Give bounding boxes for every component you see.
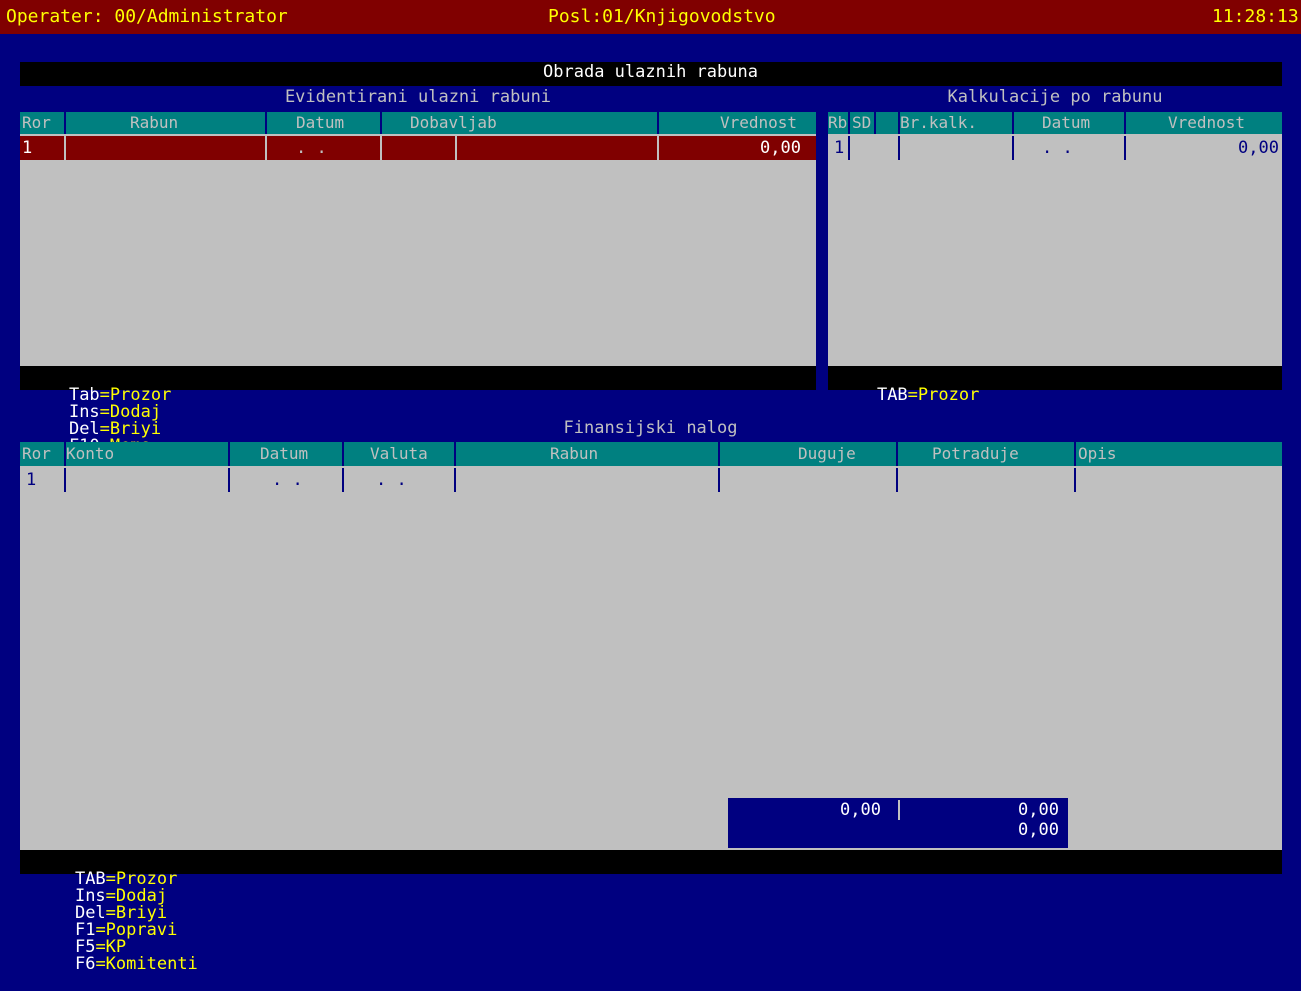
total-duguje: 0,00 [840,800,881,820]
operator-label: Operater: 00/Administrator [6,6,288,27]
cell-datum: . . [272,470,303,490]
cell-vrednost: 0,00 [760,138,801,158]
invoices-shortcut-bar: Tab=Prozor Ins=Dodaj Del=Briyi F10=Memo [20,366,816,455]
window-title: Obrada ulaznih rabuna [543,62,758,82]
col-rabun[interactable]: Rabun [130,115,178,131]
ledger-shortcut-bar: TAB=Prozor Ins=Dodaj Del=Briyi F1=Poprav… [20,850,1282,973]
col-ror[interactable]: Ror [22,115,51,131]
shortcut-value: =Komitenti [95,954,198,974]
shortcut-value: =Prozor [907,385,980,405]
cell-rb: 1 [834,138,845,158]
ledger-header: Ror Konto Datum Valuta Rabun Duguje Potr… [20,442,1282,466]
table-row[interactable]: 1 . . 0,00 [20,136,816,160]
table-row[interactable]: 1 . . 0,00 [828,136,1282,160]
invoices-panel[interactable]: Ror Rabun Datum Dobavljab Vrednost 1 . .… [20,112,816,366]
calculations-panel[interactable]: Rb SD Br.kalk. Datum Vrednost 1 . . 0,00 [828,112,1282,366]
ledger-panel-title: Finansijski nalog [563,418,738,438]
cell-datum: . . [1042,138,1073,158]
col-sd[interactable]: SD [852,115,871,131]
col-ror[interactable]: Ror [22,446,51,462]
cell-datum: . . [296,138,327,158]
cell-ror: 1 [26,470,37,490]
cell-valuta: . . [376,470,407,490]
total-potrazuje: 0,00 [1018,800,1059,820]
ledger-totals: 0,00 0,00 0,00 [728,798,1068,848]
calculations-header: Rb SD Br.kalk. Datum Vrednost [828,112,1282,134]
col-potrazuje[interactable]: Potraduje [932,446,1019,462]
col-duguje[interactable]: Duguje [798,446,856,462]
invoices-header: Ror Rabun Datum Dobavljab Vrednost [20,112,816,134]
col-rabun[interactable]: Rabun [550,446,598,462]
col-valuta[interactable]: Valuta [370,446,428,462]
col-konto[interactable]: Konto [66,446,114,462]
shortcut-key: TAB [876,385,908,405]
col-opis[interactable]: Opis [1078,446,1117,462]
cell-ror: 1 [22,138,33,158]
company-label: Posl:01/Knjigovodstvo [548,6,776,27]
table-row[interactable]: 1 . . . . [20,468,1282,492]
total-saldo: 0,00 [1018,820,1059,840]
cell-vrednost: 0,00 [1238,138,1279,158]
calculations-shortcut-bar: TAB=Prozor [828,366,1282,404]
calculations-panel-title: Kalkulacije po rabunu [947,87,1163,107]
col-dobavljac[interactable]: Dobavljab [410,115,497,131]
col-rb[interactable]: Rb [828,115,847,131]
clock: 11:28:13 [1212,6,1299,27]
invoices-panel-title: Evidentirani ulazni rabuni [284,87,552,107]
col-vrednost[interactable]: Vrednost [720,115,797,131]
col-datum[interactable]: Datum [296,115,344,131]
ledger-panel[interactable]: Ror Konto Datum Valuta Rabun Duguje Potr… [20,442,1282,850]
shortcut-key: F6 [74,954,96,974]
col-brkalk[interactable]: Br.kalk. [900,115,977,131]
col-vrednost[interactable]: Vrednost [1168,115,1245,131]
col-datum[interactable]: Datum [1042,115,1090,131]
col-datum[interactable]: Datum [260,446,308,462]
